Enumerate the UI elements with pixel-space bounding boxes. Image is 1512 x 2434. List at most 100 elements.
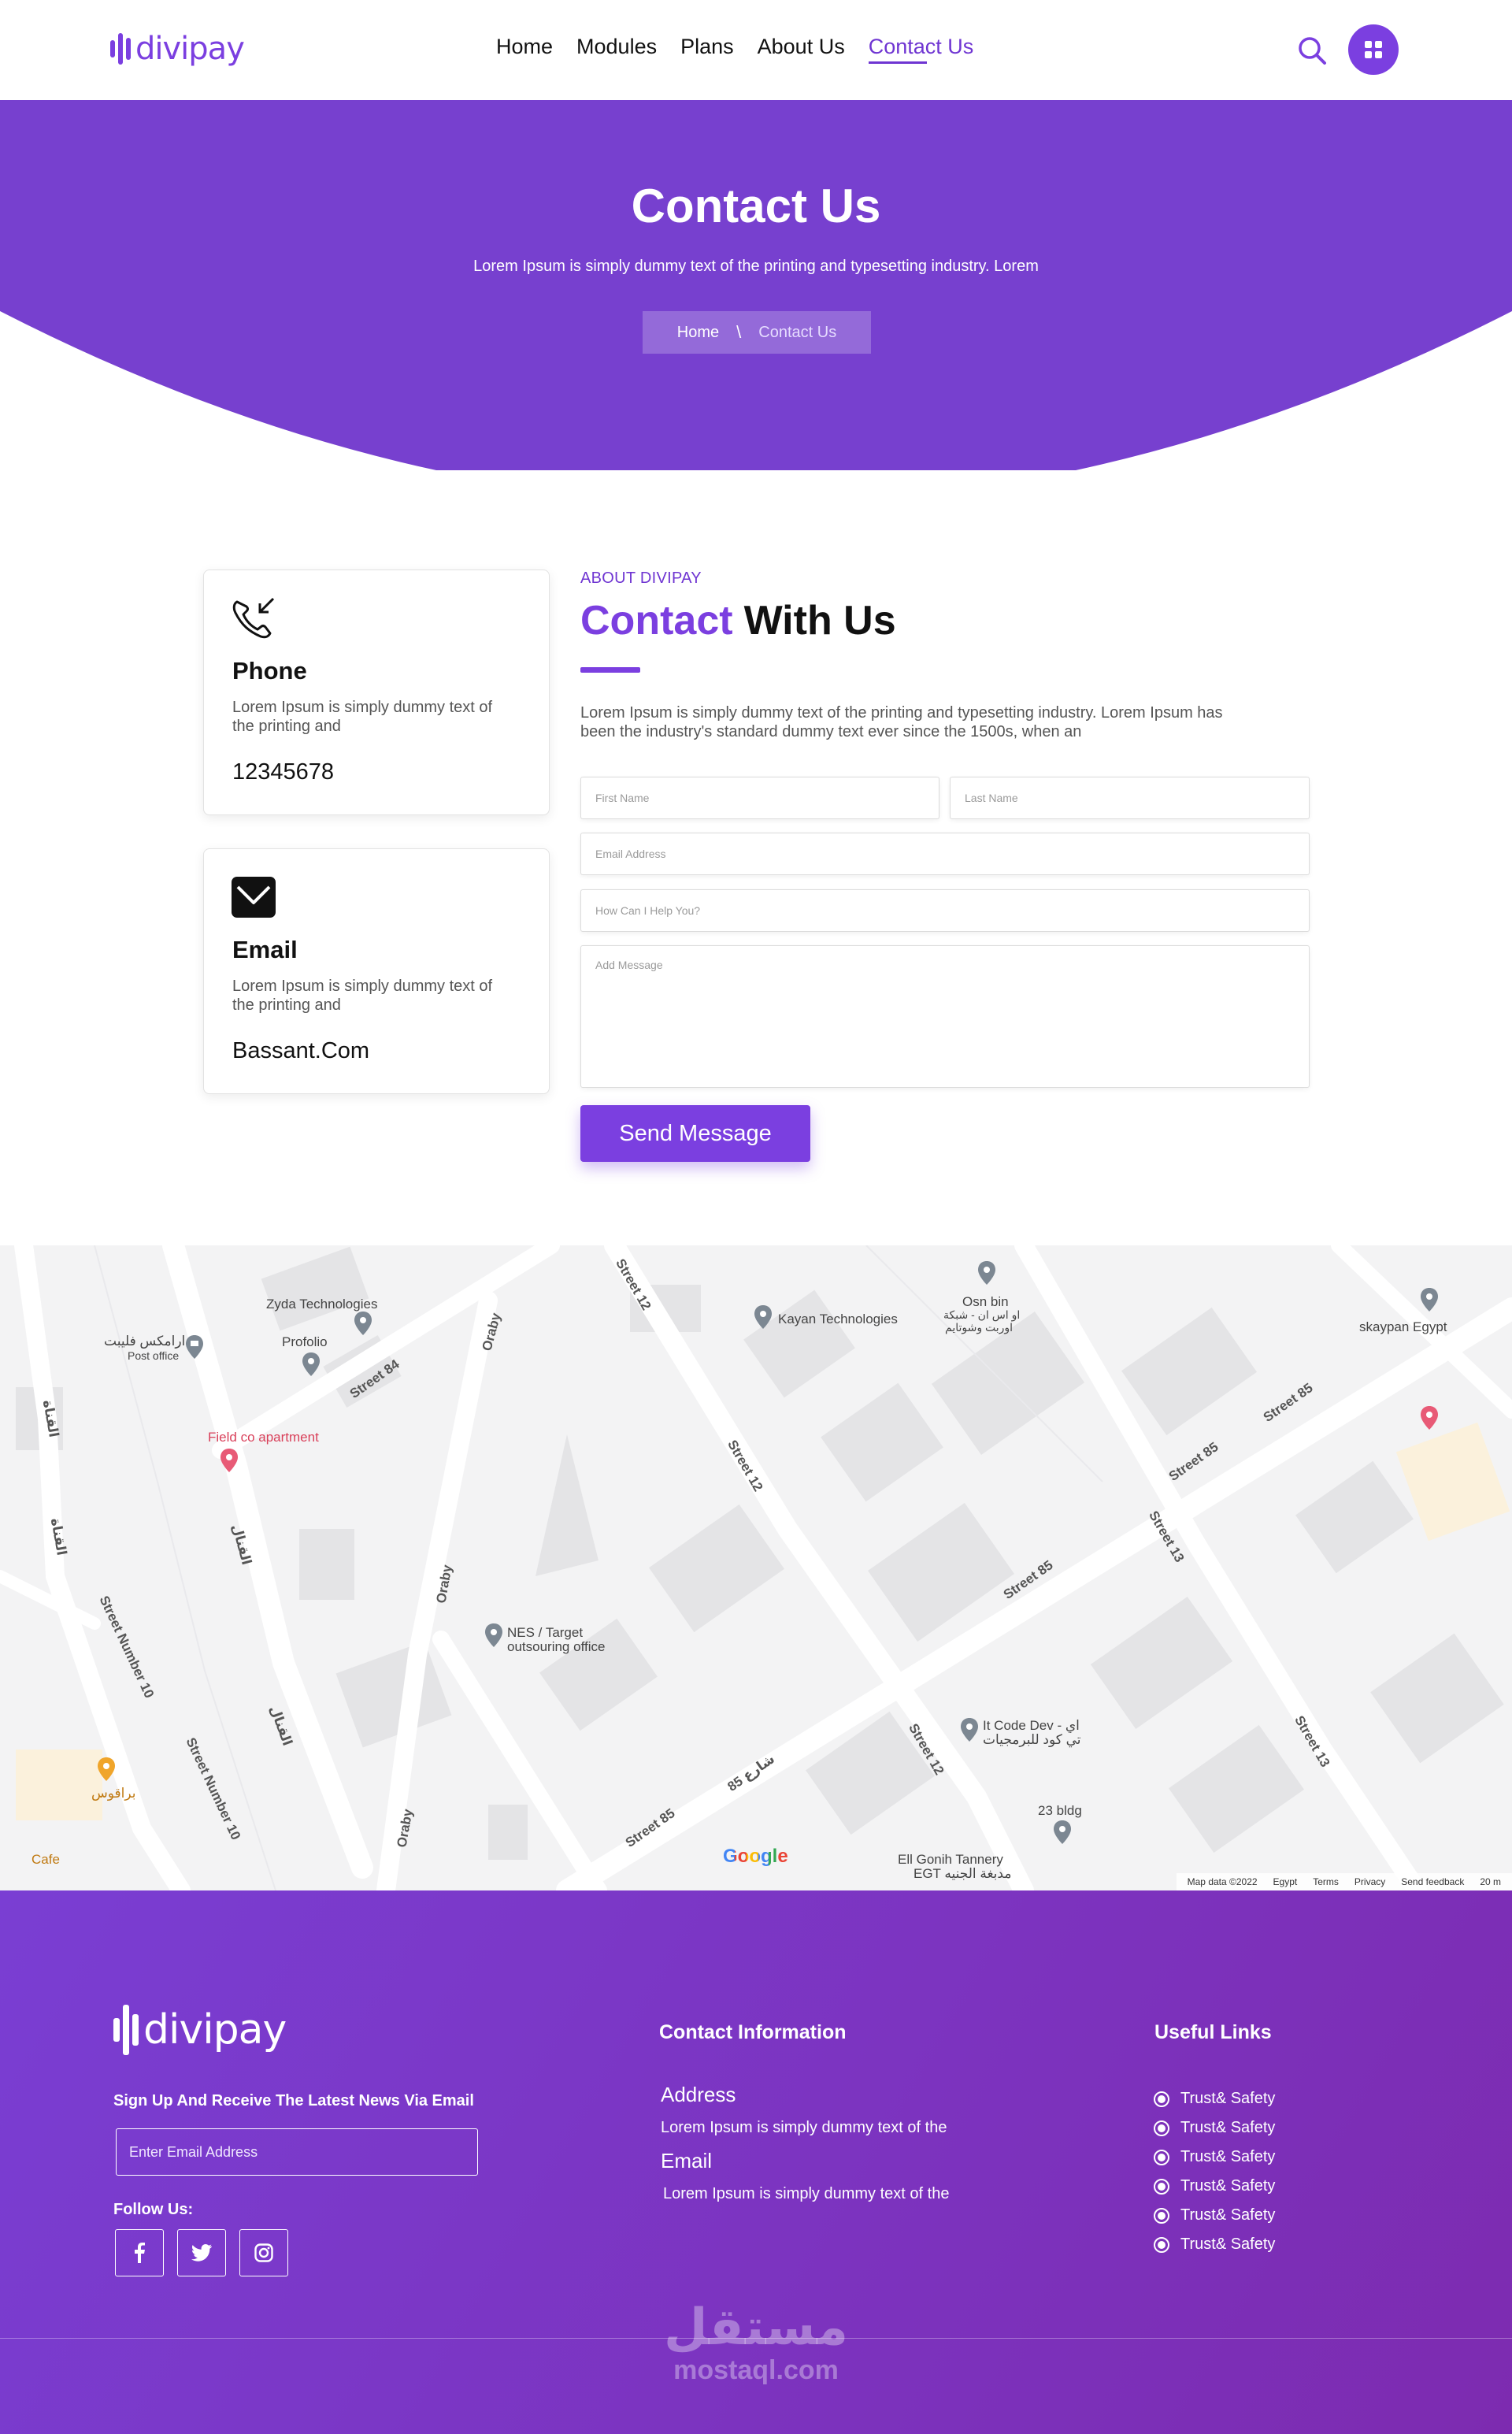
map-pin-icon[interactable] (978, 1261, 995, 1285)
instagram-icon (254, 2243, 273, 2262)
place-label: Ell Gonih Tannery (898, 1852, 1003, 1867)
place-label: It Code Dev - اي (983, 1718, 1080, 1733)
useful-link[interactable]: Trust& Safety (1154, 2084, 1275, 2113)
nav-plans[interactable]: Plans (680, 35, 734, 59)
footer-logo-text: divipay (143, 2006, 287, 2054)
search-button[interactable] (1296, 35, 1328, 66)
twitter-icon (191, 2244, 212, 2261)
useful-link[interactable]: Trust& Safety (1154, 2201, 1275, 2230)
useful-link-label: Trust& Safety (1180, 2206, 1276, 2224)
useful-link[interactable]: Trust& Safety (1154, 2172, 1275, 2201)
useful-link-label: Trust& Safety (1180, 2090, 1276, 2107)
map-pin-icon[interactable] (754, 1305, 772, 1329)
map-pin-icon[interactable] (961, 1718, 978, 1742)
phone-title: Phone (232, 657, 307, 685)
radio-bullet-icon (1154, 2207, 1169, 2224)
footer-logo-mark-icon (113, 2002, 139, 2057)
map-attribution: Map data ©2022 Egypt Terms Privacy Send … (1176, 1873, 1512, 1890)
useful-link-label: Trust& Safety (1180, 2235, 1276, 2253)
radio-bullet-icon (1154, 2091, 1169, 2107)
breadcrumb-home[interactable]: Home (677, 324, 719, 342)
useful-link[interactable]: Trust& Safety (1154, 2143, 1275, 2172)
phone-value[interactable]: 12345678 (232, 759, 334, 785)
logo[interactable]: divipay (110, 28, 245, 69)
map-pin-icon[interactable] (1054, 1820, 1071, 1844)
nav-about-us[interactable]: About Us (758, 35, 845, 59)
nav-modules[interactable]: Modules (576, 35, 657, 59)
site-footer: divipay Sign Up And Receive The Latest N… (0, 1890, 1512, 2434)
map-terms-link[interactable]: Terms (1313, 1876, 1339, 1887)
address-text: Lorem Ipsum is simply dummy text of the (661, 2119, 947, 2136)
last-name-field[interactable] (950, 777, 1310, 819)
instagram-button[interactable] (239, 2229, 288, 2276)
email-value[interactable]: Bassant.Com (232, 1038, 369, 1064)
help-field[interactable] (580, 889, 1310, 932)
useful-link[interactable]: Trust& Safety (1154, 2113, 1275, 2143)
useful-link-label: Trust& Safety (1180, 2148, 1276, 2165)
useful-links-list: Trust& Safety Trust& Safety Trust& Safet… (1154, 2084, 1275, 2259)
phone-card: Phone Lorem Ipsum is simply dummy text o… (203, 570, 550, 815)
map-data-label: Map data ©2022 (1187, 1876, 1258, 1887)
useful-links-heading: Useful Links (1154, 2021, 1272, 2043)
phone-description: Lorem Ipsum is simply dummy text of the … (232, 699, 493, 735)
place-label: Zyda Technologies (266, 1297, 378, 1312)
hotel-pin-icon[interactable] (220, 1449, 238, 1472)
facebook-icon (135, 2243, 145, 2263)
place-label: Cafe (32, 1852, 60, 1867)
watermark: مستقل mostaql.com (663, 2300, 849, 2386)
message-field[interactable] (580, 945, 1310, 1088)
nav-contact-us[interactable]: Contact Us (868, 35, 973, 64)
section-eyebrow: ABOUT DIVIPAY (580, 570, 702, 587)
phone-icon (232, 597, 275, 639)
place-label: outsouring office (507, 1639, 606, 1654)
nav-home[interactable]: Home (496, 35, 553, 59)
send-message-button[interactable]: Send Message (580, 1105, 810, 1162)
place-label: براقوس (91, 1786, 136, 1801)
place-label: ارامكس فليبت (104, 1334, 186, 1349)
apps-menu-button[interactable] (1348, 24, 1399, 75)
twitter-button[interactable] (177, 2229, 226, 2276)
useful-link[interactable]: Trust& Safety (1154, 2230, 1275, 2259)
map-feedback-link[interactable]: Send feedback (1401, 1876, 1464, 1887)
section-title-rest: With Us (743, 598, 896, 644)
email-field[interactable] (580, 833, 1310, 875)
footer-logo[interactable]: divipay (113, 2002, 287, 2057)
place-label: EGT مدبغة الجنيه (914, 1866, 1012, 1881)
post-office-pin-icon[interactable] (186, 1335, 203, 1359)
breadcrumb-separator: \ (736, 322, 742, 342)
useful-link-label: Trust& Safety (1180, 2119, 1276, 2136)
map-region-label: Egypt (1273, 1876, 1298, 1887)
map[interactable]: Street 12 Street 84 Oraby Oraby Oraby St… (0, 1245, 1512, 1890)
useful-link-label: Trust& Safety (1180, 2177, 1276, 2195)
map-pin-icon[interactable] (354, 1312, 372, 1335)
first-name-field[interactable] (580, 777, 939, 819)
email-text: Lorem Ipsum is simply dummy text of the (663, 2185, 950, 2202)
hotel-pin-icon[interactable] (1421, 1406, 1438, 1430)
place-label: NES / Target (507, 1625, 584, 1640)
place-label: Profolio (282, 1334, 328, 1349)
place-label: 23 bldg (1038, 1803, 1082, 1818)
newsletter-email-field[interactable] (116, 2128, 478, 2176)
map-privacy-link[interactable]: Privacy (1354, 1876, 1385, 1887)
google-logo-text: Google (723, 1846, 788, 1867)
place-label: اوربت وشوتايم (945, 1321, 1014, 1334)
address-heading: Address (661, 2083, 736, 2106)
page-title: Contact Us (631, 180, 881, 232)
place-label: skaypan Egypt (1359, 1319, 1447, 1334)
radio-bullet-icon (1154, 2178, 1169, 2195)
map-pin-icon[interactable] (485, 1623, 502, 1647)
facebook-button[interactable] (115, 2229, 164, 2276)
radio-bullet-icon (1154, 2149, 1169, 2165)
site-header: divipay Home Modules Plans About Us Cont… (0, 0, 1512, 100)
map-pin-icon[interactable] (302, 1352, 320, 1376)
main-nav: Home Modules Plans About Us Contact Us (496, 35, 997, 64)
section-description: Lorem Ipsum is simply dummy text of the … (580, 704, 1223, 740)
logo-mark-icon (110, 28, 131, 69)
section-title: Contact With Us (580, 597, 896, 644)
food-pin-icon[interactable] (98, 1757, 115, 1781)
section-title-accent: Contact (580, 598, 733, 644)
hero-subtitle: Lorem Ipsum is simply dummy text of the … (473, 258, 1039, 275)
radio-bullet-icon (1154, 2120, 1169, 2136)
map-pin-icon[interactable] (1421, 1288, 1438, 1312)
hero-background (0, 100, 1512, 470)
